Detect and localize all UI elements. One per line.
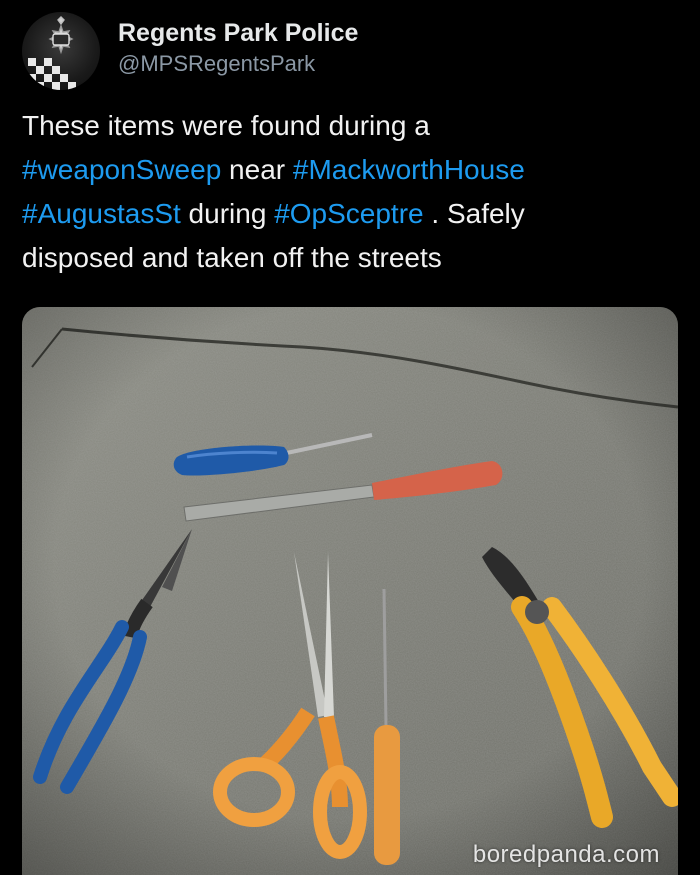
police-crest-icon bbox=[28, 16, 76, 90]
photo-tools-on-pavement bbox=[22, 307, 678, 875]
account-names: Regents Park Police @MPSRegentsPark bbox=[118, 18, 358, 78]
tweet-text-part: disposed and taken off the streets bbox=[22, 242, 442, 273]
tweet-header: Regents Park Police @MPSRegentsPark bbox=[22, 12, 682, 92]
tweet-text-part: These items were found during a bbox=[22, 110, 430, 141]
avatar[interactable] bbox=[22, 12, 100, 90]
tweet-text: These items were found during a #weaponSw… bbox=[22, 104, 682, 280]
hashtag-link[interactable]: #weaponSweep bbox=[22, 154, 221, 185]
tweet-text-part: . Safely bbox=[423, 198, 525, 229]
tweet-text-part: during bbox=[180, 198, 275, 229]
tweet-text-part: near bbox=[221, 154, 293, 185]
watermark: boredpanda.com bbox=[472, 841, 660, 868]
hashtag-link[interactable]: #AugustasSt bbox=[22, 198, 181, 229]
display-name[interactable]: Regents Park Police bbox=[118, 18, 358, 48]
account-handle[interactable]: @MPSRegentsPark bbox=[118, 50, 358, 78]
tweet-photo[interactable]: boredpanda.com bbox=[22, 307, 678, 875]
hashtag-link[interactable]: #OpSceptre bbox=[274, 198, 423, 229]
hashtag-link[interactable]: #MackworthHouse bbox=[293, 154, 525, 185]
